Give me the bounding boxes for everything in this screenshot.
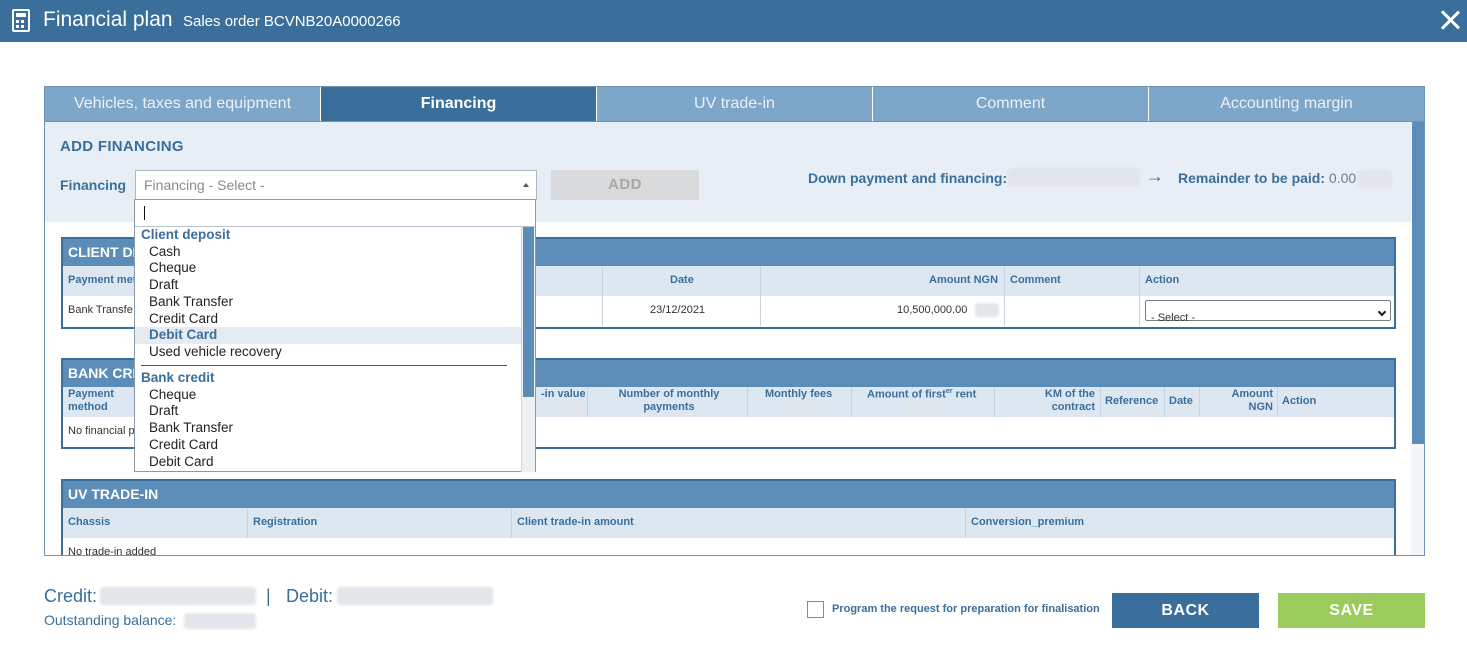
divider: | — [266, 586, 271, 606]
cell-date: 23/12/2021 — [650, 304, 706, 316]
outstanding-balance-label: Outstanding balance: — [44, 612, 177, 628]
financing-label: Financing — [60, 177, 127, 193]
header-redacted — [906, 402, 942, 414]
debit-value-redacted — [337, 587, 493, 605]
col-monthly-payments: Number of monthly payments — [618, 388, 720, 413]
amount-currency-redacted — [975, 303, 999, 317]
option-debit-card[interactable]: Debit Card — [135, 454, 521, 471]
col-action: Action — [1282, 395, 1317, 407]
col-monthly-fees: Monthly fees — [765, 388, 833, 400]
remainder-currency-redacted — [1358, 170, 1392, 188]
down-payment-value-redacted — [1008, 168, 1140, 186]
col-comment: Comment — [1010, 274, 1061, 286]
finalisation-checkbox-label: Program the request for preparation for … — [832, 603, 1100, 615]
col-km: KM of the contract — [1044, 388, 1095, 413]
window-title: Financial plan — [43, 8, 173, 31]
tab-bar: Vehicles, taxes and equipment Financing … — [44, 86, 1425, 122]
credit-value-redacted — [100, 587, 256, 605]
remainder-value: 0.00 — [1328, 170, 1357, 186]
uv-trade-in-header-row: Chassis Registration Client trade-in amo… — [63, 508, 1394, 538]
col-amount: Amount NGN — [929, 274, 999, 286]
tab-uv-trade-in[interactable]: UV trade-in — [597, 87, 873, 121]
calculator-icon — [12, 9, 30, 32]
financing-dropdown: Client deposit Cash Cheque Draft Bank Tr… — [134, 199, 536, 472]
option-debit-card[interactable]: Debit Card — [135, 327, 521, 344]
empty-message: No financial p — [68, 425, 135, 437]
down-payment-label: Down payment and financing: — [808, 170, 1008, 186]
option-credit-card[interactable]: Credit Card — [135, 437, 521, 454]
panel-scrollbar[interactable] — [1411, 122, 1424, 555]
header-redacted — [785, 402, 817, 414]
dropdown-scrollbar-thumb[interactable] — [523, 227, 534, 397]
caret-up-icon — [523, 183, 529, 187]
dropdown-search-input[interactable] — [135, 200, 535, 227]
financing-select-value: Financing - Select - — [144, 177, 265, 193]
header-redacted — [556, 402, 584, 414]
option-bank-transfer[interactable]: Bank Transfer — [135, 294, 521, 311]
add-financing-heading: ADD FINANCING — [60, 138, 184, 155]
col-value: -in value — [541, 388, 586, 400]
back-button[interactable]: BACK — [1112, 593, 1259, 628]
tab-vehicles[interactable]: Vehicles, taxes and equipment — [45, 87, 321, 121]
col-payment-method: Payment method — [68, 388, 114, 413]
col-client-amount: Client trade-in amount — [517, 516, 634, 528]
empty-message: No trade-in added — [68, 546, 157, 556]
col-registration: Registration — [253, 516, 318, 528]
option-bank-transfer[interactable]: Bank Transfer — [135, 420, 521, 437]
close-icon[interactable] — [1436, 6, 1464, 34]
window-subtitle: Sales order BCVNB20A0000266 — [183, 13, 401, 30]
col-date: Date — [670, 274, 694, 286]
col-conversion: Conversion_premium — [971, 516, 1085, 528]
financing-select[interactable]: Financing - Select - — [135, 170, 537, 200]
dropdown-options: Client deposit Cash Cheque Draft Bank Tr… — [135, 227, 521, 472]
text-cursor — [144, 206, 145, 220]
group-client-deposit: Client deposit — [141, 227, 231, 242]
tab-financing[interactable]: Financing — [321, 87, 597, 121]
col-reference: Reference — [1105, 395, 1159, 407]
remainder-label: Remainder to be paid: 0.00 — [1178, 170, 1357, 186]
option-draft[interactable]: Draft — [135, 403, 521, 420]
finalisation-checkbox[interactable] — [807, 601, 824, 618]
uv-trade-in-section: UV TRADE-IN Chassis Registration Client … — [61, 479, 1396, 556]
tab-accounting-margin[interactable]: Accounting margin — [1149, 87, 1424, 121]
chevron-down-icon — [1377, 307, 1387, 317]
save-button[interactable]: SAVE — [1278, 593, 1425, 628]
outstanding-value-redacted — [184, 613, 256, 629]
uv-trade-in-title: UV TRADE-IN — [63, 481, 1394, 508]
col-first-rent: Amount of firster rent — [867, 388, 977, 401]
col-date: Date — [1169, 395, 1193, 407]
col-payment-method: Payment met — [68, 274, 137, 286]
option-draft[interactable]: Draft — [135, 277, 521, 294]
scrollbar-thumb[interactable] — [1412, 122, 1424, 444]
add-button[interactable]: ADD — [551, 170, 699, 200]
option-cash[interactable]: Cash — [135, 244, 521, 261]
dropdown-scrollbar[interactable] — [521, 227, 535, 472]
group-bank-credit: Bank credit — [141, 370, 215, 385]
title-bar: Financial plan Sales order BCVNB20A00002… — [0, 0, 1467, 42]
col-action: Action — [1145, 274, 1180, 286]
cell-amount: 10,500,000.00 — [897, 304, 968, 316]
option-credit-card[interactable]: Credit Card — [135, 311, 521, 328]
debit-label: Debit: — [286, 586, 334, 606]
credit-debit-summary: Credit: — [44, 586, 97, 607]
col-amount: Amount NGN — [1231, 388, 1273, 413]
action-select[interactable]: - Select - — [1145, 300, 1391, 324]
credit-label: Credit: — [44, 586, 98, 606]
option-cheque[interactable]: Cheque — [135, 260, 521, 277]
table-row: No trade-in added — [63, 538, 1394, 556]
tab-comment[interactable]: Comment — [873, 87, 1149, 121]
cell-payment: Bank Transfe — [68, 304, 133, 316]
arrow-right-icon: → — [1146, 166, 1164, 186]
option-cheque[interactable]: Cheque — [135, 387, 521, 404]
option-used-vehicle-recovery[interactable]: Used vehicle recovery — [135, 344, 521, 361]
col-chassis: Chassis — [68, 516, 111, 528]
group-divider — [141, 365, 507, 366]
